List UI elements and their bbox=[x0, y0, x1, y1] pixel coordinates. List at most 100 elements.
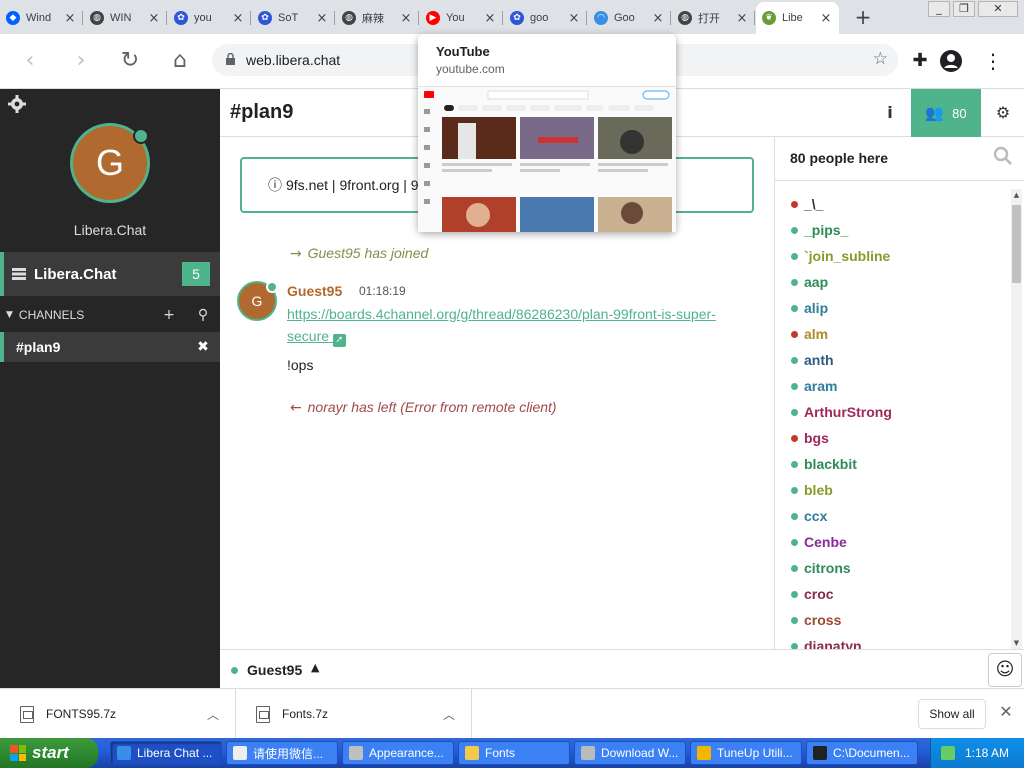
user-nick[interactable]: aap bbox=[804, 274, 828, 290]
browser-tab[interactable]: ◍ WIN × bbox=[84, 4, 167, 32]
user-list-item[interactable]: `join_subline bbox=[775, 243, 1010, 269]
back-icon[interactable]: ‹ bbox=[15, 46, 45, 76]
gear-icon[interactable] bbox=[8, 95, 26, 113]
user-nick[interactable]: _\_ bbox=[804, 196, 823, 212]
close-tab-icon[interactable]: × bbox=[567, 11, 581, 26]
search-icon[interactable] bbox=[993, 146, 1013, 166]
scrollbar-thumb[interactable] bbox=[1012, 205, 1021, 283]
browser-tab[interactable]: ✿ you × bbox=[168, 4, 251, 32]
browser-tab[interactable]: ❦ Libe × bbox=[756, 2, 839, 34]
user-list-item[interactable]: ArthurStrong bbox=[775, 399, 1010, 425]
info-icon[interactable]: i bbox=[870, 89, 910, 137]
user-avatar[interactable]: G bbox=[70, 123, 150, 203]
forward-icon[interactable]: › bbox=[66, 46, 96, 76]
scroll-up-arrow-icon[interactable]: ▲ bbox=[1011, 189, 1022, 201]
sidebar-item-channel[interactable]: #plan9 ✖ bbox=[0, 332, 220, 362]
bookmark-star-icon[interactable]: ☆ bbox=[873, 49, 888, 69]
browser-tab[interactable]: ◍ 麻辣 × bbox=[336, 4, 419, 32]
close-tab-icon[interactable]: × bbox=[231, 11, 245, 26]
browser-tab[interactable]: ▶ You × bbox=[420, 4, 503, 32]
user-nick[interactable]: anth bbox=[804, 352, 834, 368]
tray-network-icon[interactable] bbox=[941, 746, 955, 760]
close-tab-icon[interactable]: × bbox=[315, 11, 329, 26]
taskbar-item[interactable]: Libera Chat ... bbox=[110, 741, 222, 765]
user-list-item[interactable]: _\_ bbox=[775, 191, 1010, 217]
channel-settings-icon[interactable]: ⚙ bbox=[982, 89, 1024, 137]
close-tab-icon[interactable]: × bbox=[399, 11, 413, 26]
user-list-item[interactable]: alm bbox=[775, 321, 1010, 347]
close-tab-icon[interactable]: × bbox=[147, 11, 161, 26]
scroll-down-arrow-icon[interactable]: ▼ bbox=[1011, 637, 1022, 649]
collapse-caret-icon[interactable]: ▼ bbox=[6, 310, 13, 320]
user-list-scrollbar[interactable]: ▲ ▼ bbox=[1011, 189, 1022, 649]
start-button[interactable]: start bbox=[0, 738, 98, 768]
close-tab-icon[interactable]: × bbox=[63, 11, 77, 26]
browser-tab[interactable]: ◆ Wind × bbox=[0, 4, 83, 32]
user-nick[interactable]: alip bbox=[804, 300, 828, 316]
user-list-item[interactable]: ccx bbox=[775, 503, 1010, 529]
user-nick[interactable]: aram bbox=[804, 378, 837, 394]
taskbar-item[interactable]: Download W... bbox=[574, 741, 686, 765]
message-nick[interactable]: Guest95 bbox=[287, 283, 342, 299]
browser-tab[interactable]: ✿ SoT × bbox=[252, 4, 335, 32]
restore-button[interactable]: ❐ bbox=[953, 1, 975, 17]
user-nick[interactable]: Cenbe bbox=[804, 534, 847, 550]
user-list-item[interactable]: bgs bbox=[775, 425, 1010, 451]
close-tab-icon[interactable]: × bbox=[483, 11, 497, 26]
user-list-item[interactable]: aram bbox=[775, 373, 1010, 399]
user-nick[interactable]: djanatyn bbox=[804, 638, 862, 649]
user-list-item[interactable]: djanatyn bbox=[775, 633, 1010, 649]
emoji-icon[interactable]: ☺ bbox=[988, 653, 1022, 687]
new-tab-button[interactable]: + bbox=[852, 6, 874, 28]
chevron-up-icon[interactable]: ︿ bbox=[443, 706, 471, 723]
user-list-item[interactable]: croc bbox=[775, 581, 1010, 607]
taskbar-item[interactable]: Fonts bbox=[458, 741, 570, 765]
user-nick[interactable]: bgs bbox=[804, 430, 829, 446]
taskbar-item[interactable]: TuneUp Utili... bbox=[690, 741, 802, 765]
external-link-icon[interactable]: ➚ bbox=[332, 334, 346, 347]
user-list-item[interactable]: bleb bbox=[775, 477, 1010, 503]
close-channel-icon[interactable]: ✖ bbox=[186, 339, 220, 355]
show-all-button[interactable]: Show all bbox=[918, 699, 986, 729]
close-window-button[interactable]: ✕ bbox=[978, 1, 1018, 17]
user-list-item[interactable]: anth bbox=[775, 347, 1010, 373]
menu-kebab-icon[interactable]: ⋮ bbox=[978, 46, 1008, 76]
taskbar-item[interactable]: 请使用微信... bbox=[226, 741, 338, 765]
browser-tab[interactable]: ✿ goo × bbox=[504, 4, 587, 32]
user-list-item[interactable]: Cenbe bbox=[775, 529, 1010, 555]
chevron-up-icon[interactable]: ︿ bbox=[207, 706, 235, 723]
taskbar-item[interactable]: C:\Documen... bbox=[806, 741, 918, 765]
user-nick[interactable]: blackbit bbox=[804, 456, 857, 472]
user-nick[interactable]: `join_subline bbox=[804, 248, 890, 264]
user-nick[interactable]: ArthurStrong bbox=[804, 404, 892, 420]
close-icon[interactable]: ✕ bbox=[996, 702, 1016, 724]
user-nick[interactable]: alm bbox=[804, 326, 828, 342]
user-list-item[interactable]: blackbit bbox=[775, 451, 1010, 477]
add-channel-icon[interactable]: + bbox=[152, 307, 186, 323]
user-list-item[interactable]: cross bbox=[775, 607, 1010, 633]
close-tab-icon[interactable]: × bbox=[735, 11, 749, 26]
close-tab-icon[interactable]: × bbox=[819, 11, 833, 26]
user-nick[interactable]: croc bbox=[804, 586, 834, 602]
minimize-button[interactable]: _ bbox=[928, 1, 950, 17]
own-nick[interactable]: Guest95 bbox=[247, 662, 302, 678]
user-list-item[interactable]: _pips_ bbox=[775, 217, 1010, 243]
user-list-item[interactable]: citrons bbox=[775, 555, 1010, 581]
user-list-item[interactable]: alip bbox=[775, 295, 1010, 321]
sidebar-item-network[interactable]: Libera.Chat 5 bbox=[0, 252, 220, 296]
browser-tab[interactable]: ◍ 打开 × bbox=[672, 4, 755, 32]
user-nick[interactable]: citrons bbox=[804, 560, 851, 576]
user-nick[interactable]: cross bbox=[804, 612, 841, 628]
users-toggle-button[interactable]: 👥 80 bbox=[911, 89, 981, 137]
profile-icon[interactable] bbox=[940, 50, 962, 72]
user-nick[interactable]: ccx bbox=[804, 508, 827, 524]
home-icon[interactable]: ⌂ bbox=[165, 46, 195, 76]
user-nick[interactable]: _pips_ bbox=[804, 222, 848, 238]
user-nick[interactable]: bleb bbox=[804, 482, 833, 498]
taskbar-item[interactable]: Appearance... bbox=[342, 741, 454, 765]
nick-menu-caret-icon[interactable]: ▲ bbox=[311, 661, 319, 674]
message-link[interactable]: https://boards.4channel.org/g/thread/862… bbox=[287, 303, 747, 347]
message-input-bar[interactable]: Guest95 ▲ ☺ bbox=[220, 649, 1024, 688]
search-channel-icon[interactable]: ⚲ bbox=[186, 307, 220, 323]
message-avatar[interactable]: G bbox=[237, 281, 278, 321]
